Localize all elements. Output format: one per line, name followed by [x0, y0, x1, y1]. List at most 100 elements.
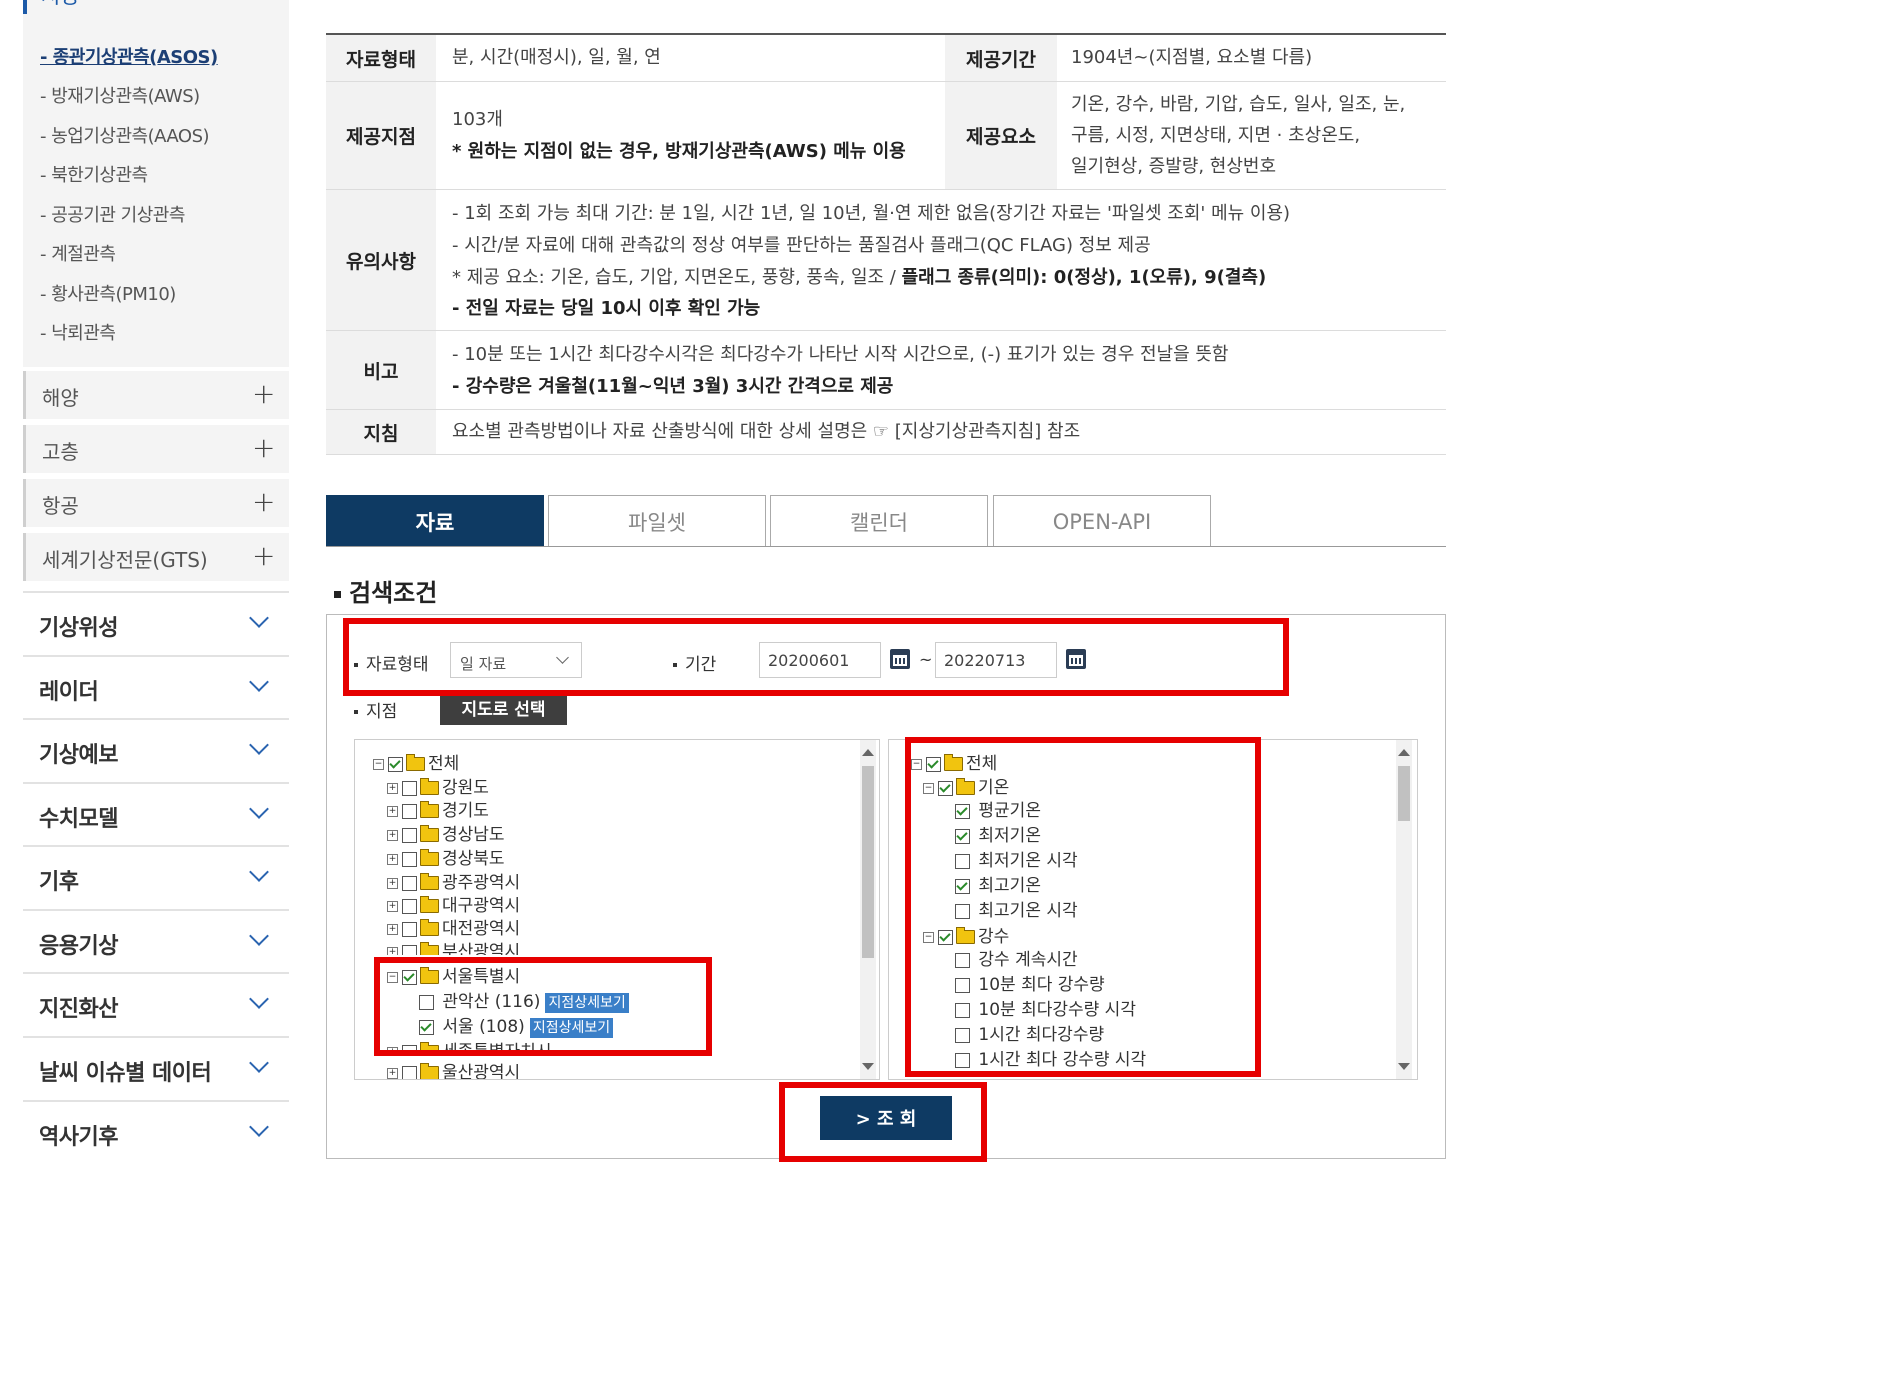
sidebar-item-gts[interactable]: 세계기상전문(GTS) +: [23, 533, 289, 581]
checkbox[interactable]: [402, 921, 417, 937]
tree-node-root[interactable]: − 전체: [373, 753, 459, 775]
tree-node-region[interactable]: + 경기도: [387, 800, 489, 822]
chevron-down-icon: [249, 735, 269, 755]
td-period: 1904년~(지점별, 요소별 다름): [1071, 47, 1313, 68]
folder-icon: [420, 1063, 439, 1079]
td-stations-note: * 원하는 지점이 없는 경우, 방재기상관측(AWS) 메뉴 이용: [452, 141, 906, 162]
node-label: 대전광역시: [442, 919, 521, 939]
tree-node-region[interactable]: + 강원도: [387, 777, 489, 799]
expand-icon[interactable]: +: [387, 877, 398, 889]
chevron-down-icon: [249, 926, 269, 946]
tree-node-region[interactable]: + 경상남도: [387, 824, 505, 846]
scroll-down-icon[interactable]: [1398, 1063, 1410, 1070]
node-label: 경기도: [442, 801, 489, 821]
expand-icon[interactable]: +: [387, 853, 398, 865]
menu-label: 레이더: [39, 680, 99, 705]
tree-node-region[interactable]: + 광주광역시: [387, 872, 520, 894]
sidebar-item-north-korea[interactable]: - 북한기상관측: [40, 161, 148, 187]
chevron-down-icon: [249, 672, 269, 692]
checkbox[interactable]: [402, 1065, 417, 1079]
checkbox[interactable]: [402, 898, 417, 914]
node-label: 부산광역시: [442, 942, 521, 955]
chevron-down-icon: [249, 1053, 269, 1073]
sidebar-item-aviation[interactable]: 항공 +: [23, 479, 289, 527]
sidebar-item-season[interactable]: - 계절관측: [40, 240, 116, 266]
tree-node-region[interactable]: + 부산광역시: [387, 941, 520, 955]
remarks-line-2: - 강수량은 겨울철(11월~익년 3월) 3시간 간격으로 제공: [452, 376, 894, 397]
checkbox[interactable]: [402, 803, 417, 819]
checkbox[interactable]: [402, 780, 417, 796]
sidebar-item-applied[interactable]: 응용기상: [23, 909, 289, 972]
collapse-icon[interactable]: −: [373, 758, 384, 770]
expand-icon[interactable]: +: [387, 805, 398, 817]
scrollbar-thumb[interactable]: [862, 766, 874, 958]
chevron-down-icon: [249, 989, 269, 1009]
scroll-up-icon[interactable]: [862, 749, 874, 756]
plus-icon: +: [252, 431, 276, 464]
sidebar-item-upper-air[interactable]: 고층 +: [23, 425, 289, 473]
expand-icon[interactable]: +: [387, 900, 398, 912]
search-title-text: 검색조건: [349, 579, 438, 607]
expand-icon[interactable]: +: [387, 829, 398, 841]
tab-open-api[interactable]: OPEN-API: [993, 495, 1211, 547]
sidebar-item-public[interactable]: - 공공기관 기상관측: [40, 201, 185, 227]
sidebar-item-radar[interactable]: 레이더: [23, 655, 289, 718]
sidebar-item-forecast[interactable]: 기상예보: [23, 718, 289, 781]
label-text: 지점: [366, 702, 398, 722]
tree-node-region[interactable]: + 경상북도: [387, 848, 505, 870]
tab-calendar[interactable]: 캘린더: [770, 495, 988, 547]
folder-icon: [420, 896, 439, 913]
checkbox[interactable]: [402, 944, 417, 955]
checkbox[interactable]: [402, 827, 417, 843]
folder-icon: [406, 754, 425, 771]
section-marker: [23, 0, 27, 14]
checkbox[interactable]: [402, 875, 417, 891]
sidebar-section-ground[interactable]: 지상: [23, 0, 289, 20]
tree-node-region[interactable]: + 대구광역시: [387, 895, 520, 917]
chevron-down-icon: [249, 862, 269, 882]
remarks-line-1: - 10분 또는 1시간 최다강수시각은 최다강수가 나타난 시작 시간으로, …: [452, 344, 1229, 365]
td-elements-3: 일기현상, 증발량, 현상번호: [1071, 156, 1277, 177]
sidebar-item-nwp[interactable]: 수치모델: [23, 782, 289, 845]
sidebar-item-issue-data[interactable]: 날씨 이슈별 데이터: [23, 1036, 289, 1099]
th-elements: 제공요소: [945, 82, 1057, 189]
sidebar-item-satellite[interactable]: 기상위성: [23, 591, 289, 654]
node-label: 경상북도: [442, 849, 505, 869]
highlight-box-query: [779, 1082, 987, 1162]
menu-label: 수치모델: [39, 807, 118, 832]
guide-link[interactable]: 요소별 관측방법이나 자료 산출방식에 대한 상세 설명은 ☞ [지상기상관측지…: [452, 416, 1080, 447]
tree-node-region[interactable]: + 울산광역시: [387, 1062, 520, 1079]
sidebar-item-aws[interactable]: - 방재기상관측(AWS): [40, 82, 200, 108]
sidebar-item-lightning[interactable]: - 낙뢰관측: [40, 319, 116, 345]
checkbox[interactable]: [402, 851, 417, 867]
sidebar-item-ocean[interactable]: 해양 +: [23, 371, 289, 419]
checkbox[interactable]: [388, 756, 403, 772]
sidebar-item-climate[interactable]: 기후: [23, 845, 289, 908]
sidebar-item-aaos[interactable]: - 농업기상관측(AAOS): [40, 122, 210, 148]
expand-icon[interactable]: +: [387, 782, 398, 794]
notice-line-2: - 시간/분 자료에 대해 관측값의 정상 여부를 판단하는 품질검사 플래그(…: [452, 235, 1151, 256]
scrollbar-thumb[interactable]: [1398, 766, 1410, 821]
node-label: 광주광역시: [442, 873, 521, 893]
sidebar-item-dust[interactable]: - 황사관측(PM10): [40, 280, 176, 306]
expand-icon[interactable]: +: [387, 946, 398, 955]
section-title: 지상: [41, 0, 80, 10]
td-data-type: 분, 시간(매정시), 일, 월, 연: [452, 47, 661, 68]
bullet-icon: [354, 710, 358, 714]
expand-icon[interactable]: +: [387, 923, 398, 935]
tab-data[interactable]: 자료: [326, 495, 544, 547]
sidebar-item-asos[interactable]: - 종관기상관측(ASOS): [40, 43, 218, 69]
tab-fileset[interactable]: 파일셋: [548, 495, 766, 547]
folder-icon: [420, 778, 439, 795]
menu-label: 응용기상: [39, 934, 118, 959]
sidebar-item-history[interactable]: 역사기후: [23, 1100, 289, 1163]
folder-icon: [420, 825, 439, 842]
scroll-down-icon[interactable]: [862, 1063, 874, 1070]
expand-icon[interactable]: +: [387, 1067, 398, 1079]
menu-label: 해양: [42, 386, 79, 410]
scroll-up-icon[interactable]: [1398, 749, 1410, 756]
sidebar-item-earthquake[interactable]: 지진화산: [23, 972, 289, 1035]
tree-node-region[interactable]: + 대전광역시: [387, 918, 520, 940]
node-label: 경상남도: [442, 825, 505, 845]
th-period: 제공기간: [945, 35, 1057, 81]
